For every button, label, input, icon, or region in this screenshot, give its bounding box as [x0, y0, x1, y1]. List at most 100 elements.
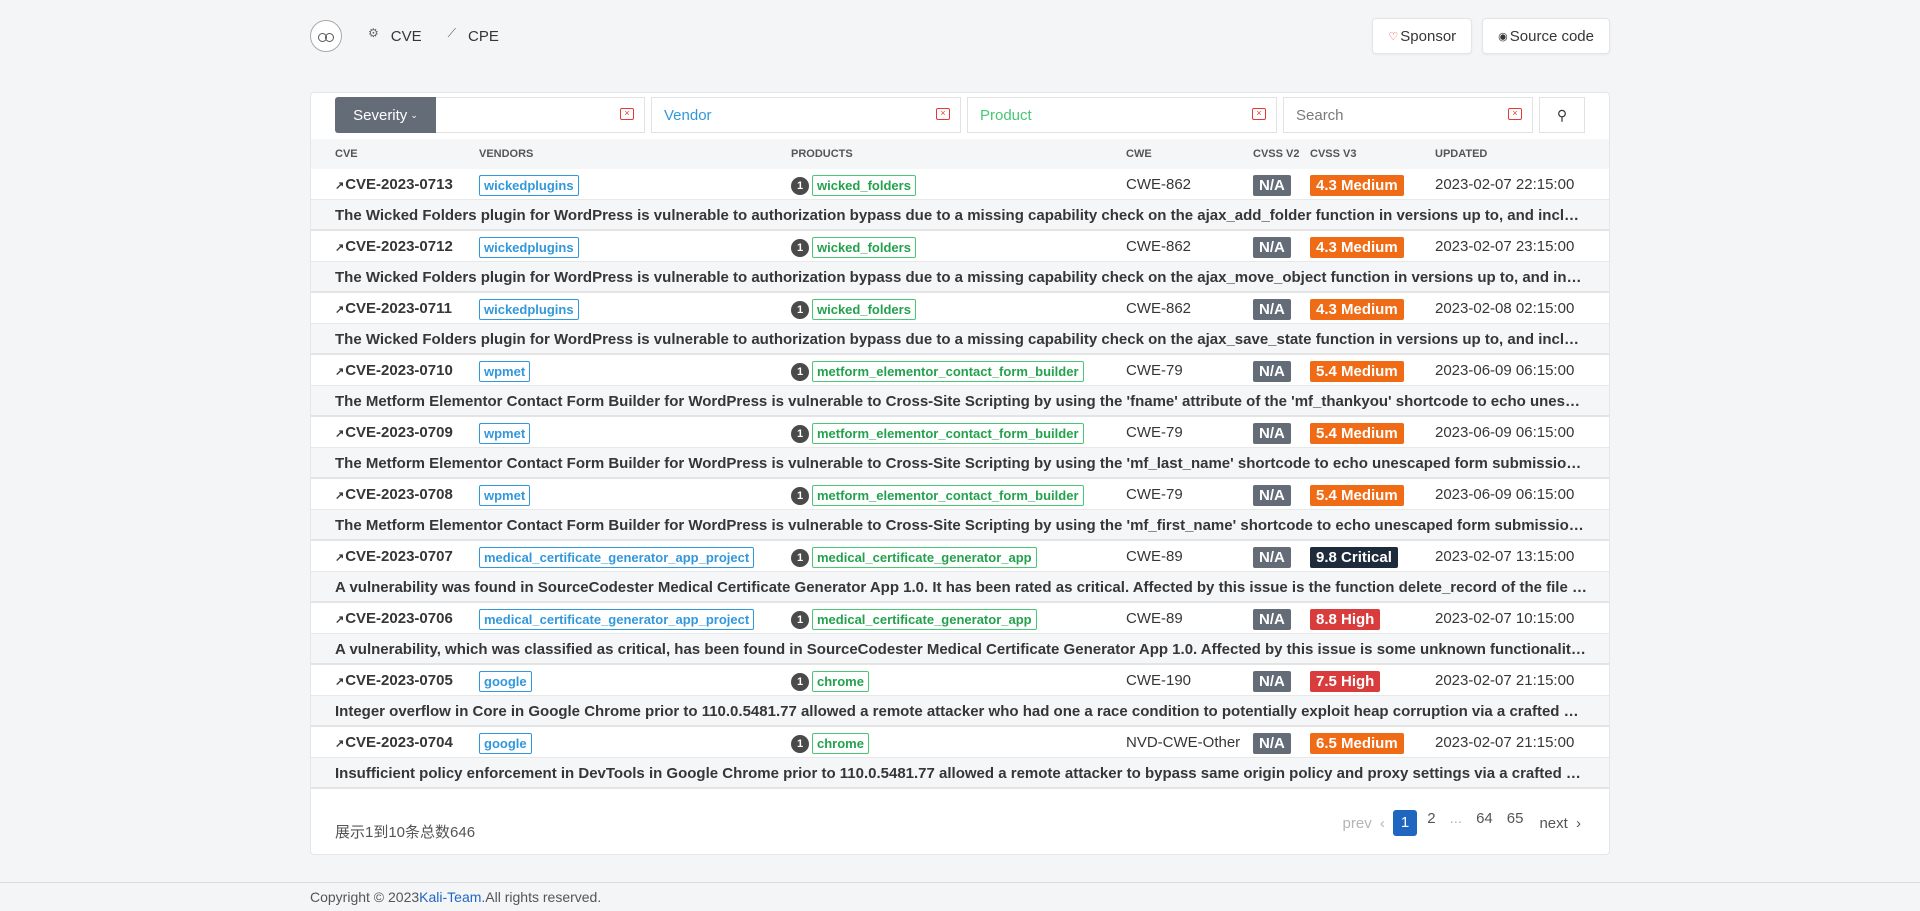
product-field[interactable]: × [967, 97, 1277, 133]
col-cvss-v3[interactable]: CVSS V3 [1310, 148, 1356, 160]
page-64-button[interactable]: 64 [1472, 810, 1497, 836]
table-row[interactable]: ↗CVE-2023-0711 wickedplugins 1 wicked_folde… [311, 293, 1609, 324]
vendor-tag[interactable]: wickedplugins [479, 175, 579, 196]
product-tag[interactable]: wicked_folders [812, 175, 916, 196]
nav-links: ⚙ CVE ⟋ CPE [342, 26, 499, 45]
cwe-value: CWE-79 [1126, 486, 1183, 503]
product-tag[interactable]: chrome [812, 733, 869, 754]
col-products[interactable]: PRODUCTS [791, 148, 853, 160]
vendor-input[interactable] [664, 106, 916, 124]
product-tag[interactable]: metform_elementor_contact_form_builder [812, 361, 1084, 382]
table-row[interactable]: ↗CVE-2023-0706 medical_certificate_genera… [311, 603, 1609, 634]
cve-link[interactable]: ↗CVE-2023-0710 [335, 362, 453, 379]
nav-link-cpe[interactable]: ⟋ CPE [448, 26, 499, 45]
cwe-value: CWE-89 [1126, 610, 1183, 627]
navbar: ⚙ CVE ⟋ CPE ♡ Sponsor ◉ Source code [310, 0, 1610, 72]
source-code-button[interactable]: ◉ Source code [1482, 18, 1610, 54]
table-row[interactable]: ↗CVE-2023-0707 medical_certificate_genera… [311, 541, 1609, 572]
search-input[interactable] [1296, 106, 1497, 124]
cve-link[interactable]: ↗CVE-2023-0709 [335, 424, 453, 441]
table-row[interactable]: ↗CVE-2023-0708 wpmet 1 metform_elementor_co… [311, 479, 1609, 510]
cat-logo-icon[interactable] [310, 20, 342, 52]
external-link-icon: ↗ [335, 366, 345, 378]
clear-icon[interactable]: × [936, 108, 950, 120]
product-count-badge: 1 [791, 177, 809, 195]
external-link-icon: ↗ [335, 614, 345, 626]
external-link-icon: ↗ [335, 180, 345, 192]
cwe-value: CWE-89 [1126, 548, 1183, 565]
table-row[interactable]: ↗CVE-2023-0710 wpmet 1 metform_elementor_co… [311, 355, 1609, 386]
updated-time: 2023-02-07 21:15:00 [1435, 734, 1575, 751]
chevron-down-icon: ⌄ [410, 109, 418, 120]
vendor-tag[interactable]: wpmet [479, 423, 531, 444]
clear-icon[interactable]: × [1508, 108, 1522, 120]
cve-description: The Metform Elementor Contact Form Build… [311, 510, 1609, 541]
clear-icon[interactable]: × [1252, 108, 1266, 120]
next-page-button[interactable]: next › [1531, 815, 1585, 832]
product-tag[interactable]: medical_certificate_generator_app [812, 609, 1037, 630]
page-65-button[interactable]: 65 [1503, 810, 1528, 836]
col-vendors[interactable]: VENDORS [479, 148, 533, 160]
cve-description: The Wicked Folders plugin for WordPress … [311, 200, 1609, 231]
cwe-value: CWE-190 [1126, 672, 1192, 689]
cve-link[interactable]: ↗CVE-2023-0711 [335, 300, 452, 317]
cve-link[interactable]: ↗CVE-2023-0707 [335, 548, 453, 565]
vendor-tag[interactable]: wickedplugins [479, 237, 579, 258]
vendor-tag[interactable]: medical_certificate_generator_app_projec… [479, 609, 755, 630]
severity-input[interactable]: × [436, 97, 645, 133]
prev-page-button[interactable]: prev ‹ [1335, 815, 1389, 832]
cve-description: A vulnerability was found in SourceCodes… [311, 572, 1609, 603]
cvss-v2-badge: N/A [1253, 175, 1291, 196]
product-tag[interactable]: medical_certificate_generator_app [812, 547, 1037, 568]
col-cve[interactable]: CVE [335, 148, 358, 160]
page-ellipsis: ... [1449, 810, 1463, 827]
col-cvss-v2[interactable]: CVSS V2 [1253, 148, 1299, 160]
cve-link[interactable]: ↗CVE-2023-0706 [335, 610, 453, 627]
external-link-icon: ↗ [335, 490, 345, 502]
page-2-button[interactable]: 2 [1423, 810, 1439, 836]
vendor-tag[interactable]: wpmet [479, 485, 531, 506]
nav-link-cve[interactable]: ⚙ CVE [368, 26, 422, 45]
table-row[interactable]: ↗CVE-2023-0709 wpmet 1 metform_elementor_co… [311, 417, 1609, 448]
col-updated[interactable]: UPDATED [1435, 148, 1487, 160]
cve-link[interactable]: ↗CVE-2023-0712 [335, 238, 453, 255]
cve-link[interactable]: ↗CVE-2023-0713 [335, 176, 453, 193]
cve-link[interactable]: ↗CVE-2023-0705 [335, 672, 453, 689]
vendor-tag[interactable]: wpmet [479, 361, 531, 382]
cve-description: The Wicked Folders plugin for WordPress … [311, 324, 1609, 355]
cvss-v3-badge: 4.3 Medium [1310, 175, 1404, 196]
severity-dropdown[interactable]: Severity ⌄ [335, 97, 436, 133]
kali-team-link[interactable]: Kali-Team. [419, 889, 485, 905]
product-tag[interactable]: wicked_folders [812, 299, 916, 320]
table-row[interactable]: ↗CVE-2023-0704 google 1 chrome NVD-CWE-Other… [311, 727, 1609, 758]
product-input[interactable] [980, 106, 1232, 124]
product-tag[interactable]: wicked_folders [812, 237, 916, 258]
vendor-tag[interactable]: wickedplugins [479, 299, 579, 320]
cve-description: The Wicked Folders plugin for WordPress … [311, 262, 1609, 293]
vendor-tag[interactable]: google [479, 733, 532, 754]
cvss-v2-badge: N/A [1253, 733, 1291, 754]
vendor-tag[interactable]: google [479, 671, 532, 692]
cve-link[interactable]: ↗CVE-2023-0704 [335, 734, 453, 751]
search-button[interactable]: ⚲ [1539, 97, 1585, 133]
table-row[interactable]: ↗CVE-2023-0712 wickedplugins 1 wicked_folde… [311, 231, 1609, 262]
clear-icon[interactable]: × [620, 108, 634, 120]
search-icon: ⚲ [1556, 106, 1568, 123]
severity-value[interactable] [448, 106, 615, 124]
product-tag[interactable]: metform_elementor_contact_form_builder [812, 423, 1084, 444]
cve-link[interactable]: ↗CVE-2023-0708 [335, 486, 453, 503]
vendor-field[interactable]: × [651, 97, 961, 133]
page-1-button[interactable]: 1 [1392, 810, 1418, 836]
table-row[interactable]: ↗CVE-2023-0713 wickedplugins 1 wicked_folde… [311, 169, 1609, 200]
product-tag[interactable]: chrome [812, 671, 869, 692]
search-field[interactable]: × [1283, 97, 1533, 133]
product-count-badge: 1 [791, 487, 809, 505]
heart-icon: ♡ [1388, 30, 1399, 43]
product-tag[interactable]: metform_elementor_contact_form_builder [812, 485, 1084, 506]
cvss-v3-badge: 5.4 Medium [1310, 361, 1404, 382]
col-cwe[interactable]: CWE [1126, 148, 1152, 160]
updated-time: 2023-02-08 02:15:00 [1435, 300, 1575, 317]
table-row[interactable]: ↗CVE-2023-0705 google 1 chrome CWE-190 N/A 7.5… [311, 665, 1609, 696]
sponsor-button[interactable]: ♡ Sponsor [1372, 18, 1473, 54]
vendor-tag[interactable]: medical_certificate_generator_app_projec… [479, 547, 755, 568]
